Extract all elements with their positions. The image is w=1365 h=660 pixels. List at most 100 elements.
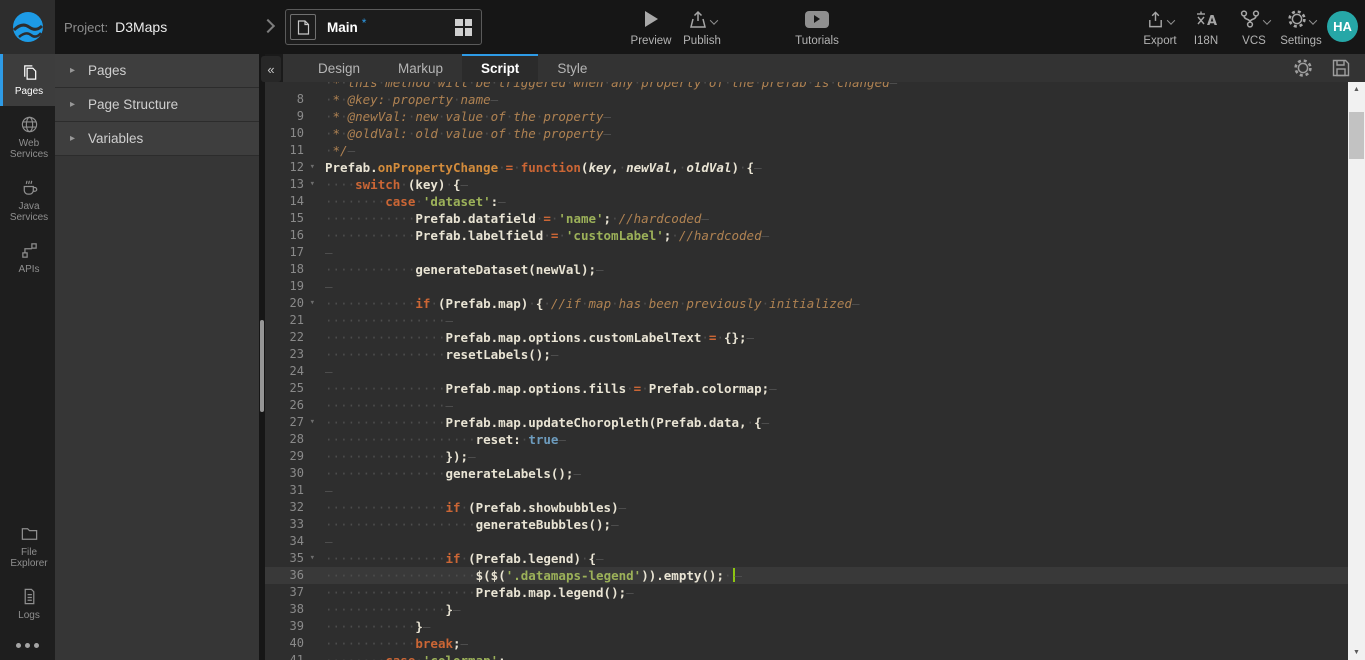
fold-arrow-icon[interactable]: ▾ (310, 551, 315, 566)
code-line[interactable]: 37····················Prefab.map.legend(… (265, 584, 1348, 601)
panel-section-pages[interactable]: ▸ Pages (55, 54, 259, 88)
save-icon[interactable] (1331, 58, 1351, 78)
code-line[interactable]: 15············Prefab.datafield·=·'name';… (265, 210, 1348, 227)
tab-script[interactable]: Script (462, 54, 538, 82)
code-text: – (317, 363, 333, 380)
settings-button[interactable]: Settings (1276, 9, 1326, 47)
code-line[interactable]: 35▾················if·(Prefab.legend)·{– (265, 550, 1348, 567)
sidebar-item-java-services[interactable]: Java Services (0, 169, 55, 232)
fold-arrow-icon[interactable]: ▾ (310, 415, 315, 430)
code-line[interactable]: 23················resetLabels();– (265, 346, 1348, 363)
gear-icon (1287, 9, 1307, 29)
log-document-icon (20, 587, 39, 606)
publish-button[interactable]: Publish (676, 9, 728, 47)
code-line[interactable]: 14········case·'dataset':– (265, 193, 1348, 210)
code-line[interactable]: 34– (265, 533, 1348, 550)
code-line[interactable]: 20▾············if·(Prefab.map)·{·//if·ma… (265, 295, 1348, 312)
vcs-button[interactable]: VCS (1232, 9, 1276, 47)
sidebar-item-file-explorer[interactable]: File Explorer (0, 515, 55, 578)
code-text: ················Prefab.map.updateChoropl… (317, 414, 769, 431)
script-code-editor[interactable]: ·*·this·method·will·be·triggered·when·an… (265, 82, 1348, 660)
line-number: 33 (265, 516, 317, 533)
sidebar-item-label: APIs (18, 264, 39, 276)
code-line[interactable]: 28····················reset:·true– (265, 431, 1348, 448)
line-number: 37 (265, 584, 317, 601)
code-line[interactable]: 24– (265, 363, 1348, 380)
scroll-down-arrow[interactable]: ▼ (1348, 645, 1365, 660)
panel-collapse-button[interactable]: « (261, 56, 281, 82)
fold-arrow-icon[interactable]: ▾ (310, 296, 315, 311)
fold-arrow-icon[interactable]: ▾ (310, 160, 315, 175)
code-line[interactable]: 18············generateDataset(newVal);– (265, 261, 1348, 278)
code-line[interactable]: 32················if·(Prefab.showbubbles… (265, 499, 1348, 516)
line-number: 29 (265, 448, 317, 465)
sidebar-item-apis[interactable]: APIs (0, 232, 55, 284)
export-button[interactable]: Export (1136, 9, 1184, 47)
app-logo[interactable] (0, 0, 55, 54)
code-text: ············}– (317, 618, 430, 635)
scrollbar-thumb[interactable] (1349, 112, 1364, 159)
code-line[interactable]: 39············}– (265, 618, 1348, 635)
code-line[interactable]: 30················generateLabels();– (265, 465, 1348, 482)
sidebar-item-web-services[interactable]: Web Services (0, 106, 55, 169)
code-text: ················– (317, 397, 453, 414)
preview-button[interactable]: Preview (626, 9, 676, 47)
code-line[interactable]: 27▾················Prefab.map.updateChor… (265, 414, 1348, 431)
code-line[interactable]: ·*·this·method·will·be·triggered·when·an… (265, 82, 1348, 91)
chevron-down-icon (709, 16, 717, 24)
code-text: ················Prefab.map.options.custo… (317, 329, 754, 346)
code-line[interactable]: 41········case·'colormap':– (265, 652, 1348, 660)
panel-section-variables[interactable]: ▸ Variables (55, 122, 259, 156)
code-line[interactable]: 19– (265, 278, 1348, 295)
editor-settings-gear-icon[interactable] (1293, 58, 1313, 78)
code-line[interactable]: 38················}– (265, 601, 1348, 618)
user-avatar[interactable]: HA (1327, 11, 1358, 42)
code-line[interactable]: 25················Prefab.map.options.fil… (265, 380, 1348, 397)
sidebar-item-pages[interactable]: Pages (0, 54, 55, 106)
line-number: 41 (265, 652, 317, 660)
code-line[interactable]: 11·*/– (265, 142, 1348, 159)
code-line[interactable]: 17– (265, 244, 1348, 261)
code-line[interactable]: 16············Prefab.labelfield·=·'custo… (265, 227, 1348, 244)
more-menu-icon[interactable] (0, 629, 55, 660)
code-line[interactable]: 31– (265, 482, 1348, 499)
code-text: – (317, 533, 333, 550)
code-line[interactable]: 29················});– (265, 448, 1348, 465)
code-line[interactable]: 26················– (265, 397, 1348, 414)
code-line[interactable]: 22················Prefab.map.options.cus… (265, 329, 1348, 346)
fold-arrow-icon[interactable]: ▾ (310, 177, 315, 192)
code-text: ········case·'dataset':– (317, 193, 506, 210)
tutorials-button[interactable]: Tutorials (788, 9, 846, 47)
code-line[interactable]: 36····················$($('.datamaps-leg… (265, 567, 1348, 584)
code-line[interactable]: 21················– (265, 312, 1348, 329)
code-text: ············Prefab.labelfield·=·'customL… (317, 227, 769, 244)
code-line[interactable]: 33····················generateBubbles();… (265, 516, 1348, 533)
sidebar-item-logs[interactable]: Logs (0, 578, 55, 630)
code-line[interactable]: 13▾····switch·(key)·{– (265, 176, 1348, 193)
editor-tabs-bar: Design Markup Script Style (283, 54, 1365, 82)
tab-design[interactable]: Design (299, 54, 379, 82)
line-number: 38 (265, 601, 317, 618)
code-text: ·*·this·method·will·be·triggered·when·an… (317, 82, 897, 91)
panel-section-page-structure[interactable]: ▸ Page Structure (55, 88, 259, 122)
page-tab-main[interactable]: Main * (285, 9, 482, 45)
i18n-button[interactable]: A I18N (1188, 9, 1224, 47)
tab-markup[interactable]: Markup (379, 54, 462, 82)
code-line[interactable]: 40············break;– (265, 635, 1348, 652)
code-line[interactable]: 8·*·@key:·property·name– (265, 91, 1348, 108)
code-text: ········case·'colormap':– (317, 652, 513, 660)
scroll-up-arrow[interactable]: ▲ (1348, 82, 1365, 97)
code-text: ················resetLabels();– (317, 346, 558, 363)
code-line[interactable]: 9·*·@newVal:·new·value·of·the·property– (265, 108, 1348, 125)
panel-scrollbar-thumb[interactable] (260, 320, 264, 412)
page-switcher-grid-icon[interactable] (455, 19, 472, 36)
chevron-down-icon (1262, 16, 1270, 24)
line-number: 22 (265, 329, 317, 346)
code-line[interactable]: 12▾Prefab.onPropertyChange·=·function(ke… (265, 159, 1348, 176)
page-file-icon[interactable] (290, 14, 316, 40)
code-line[interactable]: 10·*·@oldVal:·old·value·of·the·property– (265, 125, 1348, 142)
code-text: – (317, 278, 333, 295)
line-number: 31 (265, 482, 317, 499)
tab-style[interactable]: Style (538, 54, 606, 82)
vertical-scrollbar[interactable]: ▲ ▼ (1348, 82, 1365, 660)
